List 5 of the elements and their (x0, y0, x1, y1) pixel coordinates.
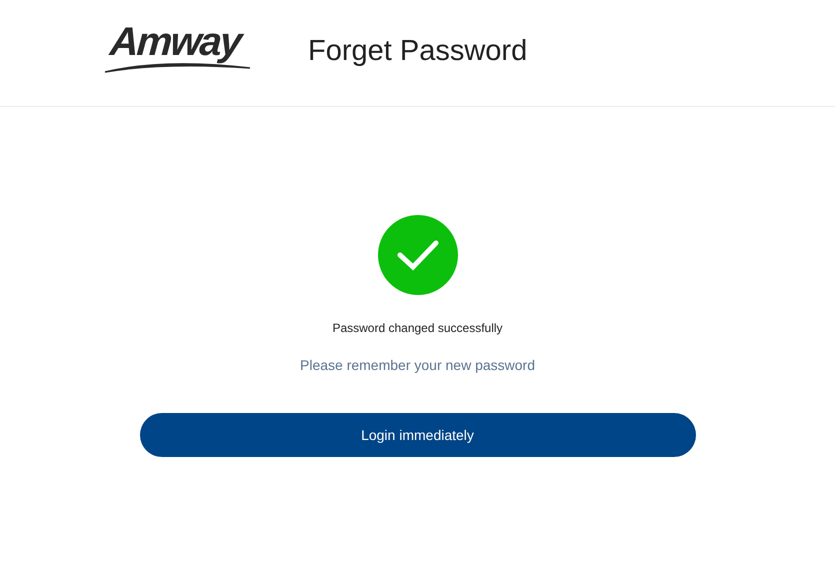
page-title: Forget Password (308, 34, 528, 68)
success-message: Password changed successfully (332, 321, 503, 335)
login-button[interactable]: Login immediately (140, 413, 696, 457)
amway-logo: Amway (104, 24, 252, 76)
hint-text: Please remember your new password (300, 357, 535, 373)
